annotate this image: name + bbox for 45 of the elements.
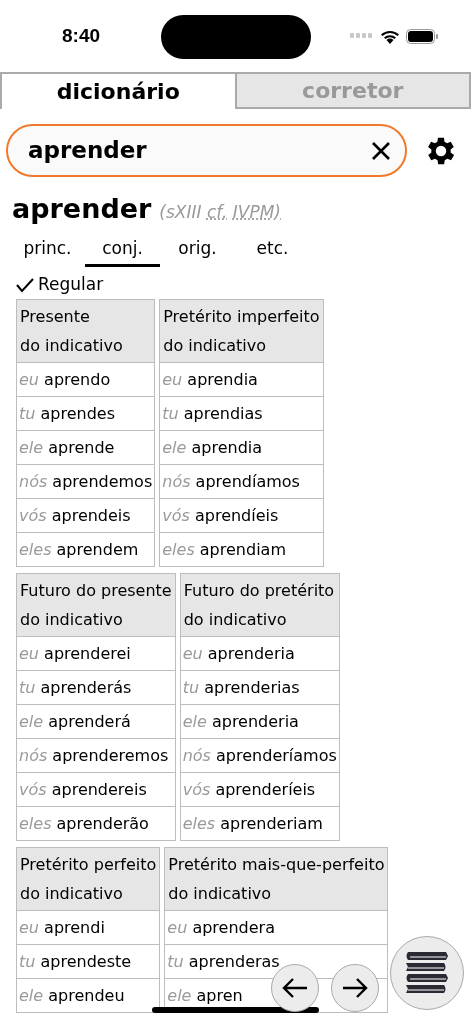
table-cell: tu aprendias: [159, 396, 324, 431]
table-cell: vós aprendíeis: [159, 498, 324, 533]
section-tab[interactable]: etc.: [235, 233, 310, 267]
headword: aprender: [12, 192, 152, 226]
table-cell: tu aprendes: [16, 396, 156, 431]
table-cell: eles aprenderiam: [179, 806, 340, 841]
table-cell: eu aprendo: [16, 362, 156, 397]
table-cell: eu aprendi: [16, 910, 161, 945]
table-cell: eu aprendia: [159, 362, 324, 397]
table-cell: eles aprendiam: [159, 532, 324, 567]
table-cell: eles aprendem: [16, 532, 156, 567]
arrow-right-icon: [342, 977, 368, 999]
table-cell: nós aprendíamos: [159, 464, 324, 499]
table-cell: eu aprenderia: [179, 636, 340, 671]
table-cell: eu aprenderei: [16, 636, 176, 671]
table-cell: eles aprenderão: [16, 806, 176, 841]
table-cell: tu aprenderás: [16, 670, 176, 705]
close-icon[interactable]: [371, 140, 391, 161]
table-cell: vós aprendereis: [16, 772, 176, 807]
table-cell: eu aprendera: [164, 910, 389, 945]
table-cell: nós aprenderíamos: [179, 738, 340, 773]
table-cell: tu aprendeste: [16, 944, 161, 979]
section-tab[interactable]: princ.: [10, 233, 85, 267]
status-time: 8:40: [62, 23, 101, 48]
signal-icon: [350, 33, 374, 39]
section-tab[interactable]: orig.: [160, 233, 235, 267]
table-cell: ele aprende: [16, 430, 156, 465]
table-cell: vós aprendeis: [16, 498, 156, 533]
section-tab[interactable]: conj.: [85, 233, 160, 267]
regular-checkbox[interactable]: Regular: [16, 272, 471, 297]
check-icon: [16, 276, 34, 293]
table-cell: ele aprenderia: [179, 704, 340, 739]
table-cell: nós aprendemos: [16, 464, 156, 499]
search-field[interactable]: aprender: [28, 133, 371, 168]
battery-icon: [406, 28, 439, 44]
search-bar[interactable]: aprender: [6, 124, 407, 177]
arrow-left-icon: [282, 977, 308, 999]
table-cell: ele aprenderá: [16, 704, 176, 739]
entry-note: (sXIII cf. IVPM): [159, 201, 281, 224]
wifi-icon: [380, 28, 400, 44]
table-cell: vós aprenderíeis: [179, 772, 340, 807]
table-cell: ele aprendeu: [16, 978, 161, 1013]
table-cell: nós aprenderemos: [16, 738, 176, 773]
table-cell: ele aprendia: [159, 430, 324, 465]
table-cell: tu aprenderias: [179, 670, 340, 705]
